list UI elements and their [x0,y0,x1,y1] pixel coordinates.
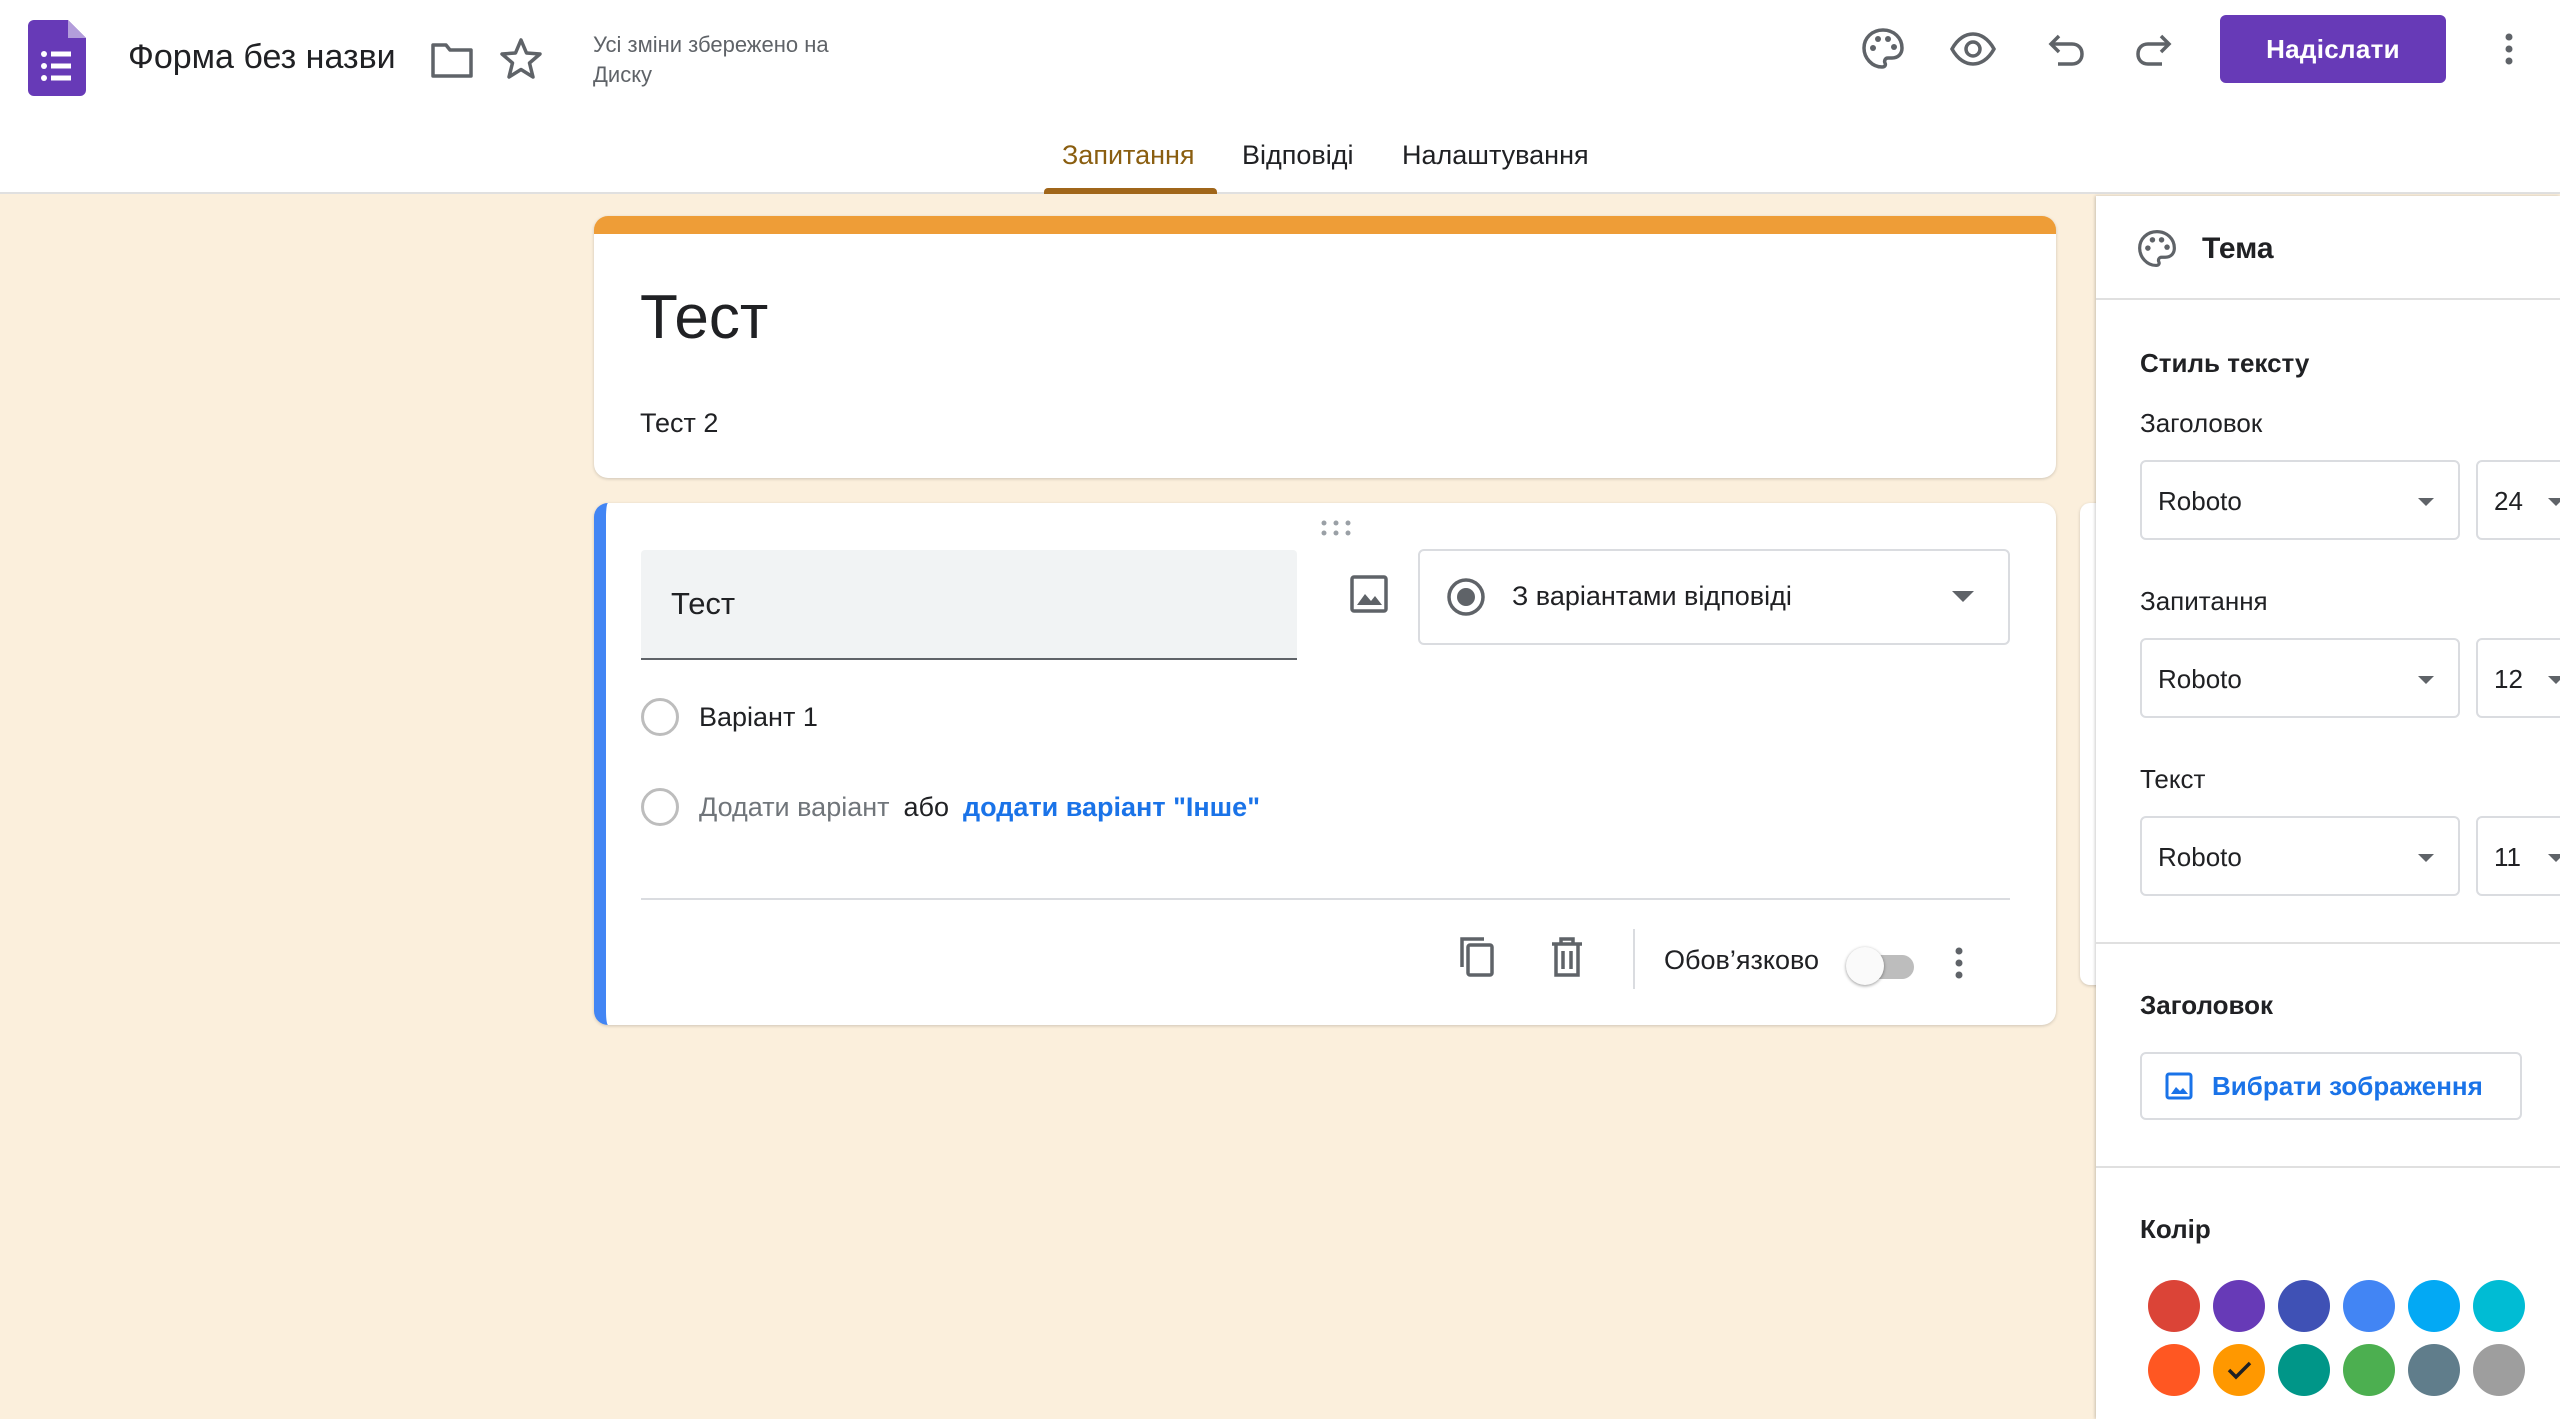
delete-icon[interactable] [1546,935,1588,979]
question-font-label: Запитання [2140,586,2268,616]
chevron-down-icon [2418,854,2434,862]
header-font-value: Roboto [2158,486,2242,516]
radio-unchecked-icon [641,698,679,736]
folder-icon[interactable] [430,40,474,80]
option-row: Варіант 1 [641,697,818,737]
tab-settings[interactable]: Налаштування [1384,140,1607,194]
question-type-label: З варіантами відповіді [1512,581,1792,611]
duplicate-icon[interactable] [1456,935,1498,979]
text-style-heading: Стиль тексту [2140,348,2310,378]
check-icon [2227,1361,2252,1380]
option-text[interactable]: Варіант 1 [699,702,818,733]
color-swatch-green[interactable] [2343,1344,2395,1396]
text-size-select[interactable]: 11 [2476,816,2560,896]
text-font-select[interactable]: Roboto [2140,816,2460,896]
question-title-input[interactable]: Тест [641,550,1297,660]
radio-button-checked-icon [1447,578,1485,616]
question-size-select[interactable]: 12 [2476,638,2560,718]
color-swatch-blue[interactable] [2343,1280,2395,1332]
header-size-value: 24 [2494,486,2523,516]
header-image-heading: Заголовок [2140,990,2274,1020]
question-font-value: Roboto [2158,664,2242,694]
footer-separator [1633,929,1635,989]
color-swatch-blue-grey[interactable] [2408,1344,2460,1396]
required-label: Обов’язково [1664,945,1820,975]
text-font-value: Roboto [2158,842,2242,872]
toggle-thumb [1846,947,1884,985]
drag-handle-icon[interactable] [1320,519,1352,537]
radio-unchecked-icon [641,788,679,826]
form-description[interactable]: Тест 2 [640,408,718,439]
theme-panel-title: Тема [2202,232,2274,265]
palette-icon [2138,230,2176,268]
question-type-select[interactable]: З варіантами відповіді [1418,549,2010,645]
star-icon[interactable] [498,36,544,82]
required-toggle[interactable] [1846,947,1914,985]
save-status: Усі зміни збережено на Диску [593,32,829,87]
preview-icon[interactable] [1950,26,1996,72]
add-image-icon[interactable] [1348,573,1390,615]
chevron-down-icon [2548,676,2560,684]
color-swatch-grey[interactable] [2473,1344,2525,1396]
theme-panel-header: Тема [2096,196,2560,300]
color-swatch-indigo[interactable] [2278,1280,2330,1332]
palette-icon[interactable] [1860,26,1906,72]
active-tab-indicator [1044,188,1217,194]
color-heading: Колір [2140,1214,2211,1244]
add-option-link[interactable]: Додати варіант [699,792,890,823]
question-title-text: Тест [671,586,736,621]
color-swatch-teal[interactable] [2278,1344,2330,1396]
color-swatch-purple[interactable] [2213,1280,2265,1332]
question-size-value: 12 [2494,664,2523,694]
or-text: або [903,791,950,822]
tab-responses[interactable]: Відповіді [1224,140,1372,194]
choose-image-button[interactable]: Вибрати зображення [2140,1052,2522,1120]
more-vert-icon[interactable] [2494,26,2524,72]
color-swatch-deep-orange[interactable] [2148,1344,2200,1396]
add-other-option-link[interactable]: додати варіант "Інше" [963,792,1260,823]
tab-bar: Запитання Відповіді Налаштування [0,130,2560,194]
add-option-row: Додати варіант або додати варіант "Інше" [641,787,1260,827]
color-swatch-red[interactable] [2148,1280,2200,1332]
chevron-down-icon [2548,498,2560,506]
panel-divider [2096,942,2560,944]
color-swatch-light-blue[interactable] [2408,1280,2460,1332]
theme-panel: Тема Стиль тексту Заголовок Roboto 24 За… [2096,196,2560,1419]
choose-image-label: Вибрати зображення [2212,1070,2483,1101]
redo-icon[interactable] [2132,26,2178,72]
app-header: Форма без назви Усі зміни збережено на Д… [0,0,2560,194]
undo-icon[interactable] [2042,26,2088,72]
image-icon [2165,1072,2193,1100]
form-title[interactable]: Тест [640,282,768,353]
form-title-card[interactable]: Тест Тест 2 [594,216,2056,478]
header-font-label: Заголовок [2140,408,2263,438]
tab-questions[interactable]: Запитання [1044,140,1213,194]
question-card[interactable]: Тест З варіантами відповіді Варіант 1 До… [594,503,2056,1025]
color-swatch-orange-selected[interactable] [2213,1344,2265,1396]
chevron-down-icon [2548,854,2560,862]
text-font-label: Текст [2140,764,2206,794]
text-size-value: 11 [2494,842,2521,872]
forms-logo-icon[interactable] [28,20,86,96]
chevron-down-icon [1952,591,1974,602]
question-font-select[interactable]: Roboto [2140,638,2460,718]
card-divider [641,898,2010,900]
question-more-icon[interactable] [1946,941,1972,985]
chevron-down-icon [2418,676,2434,684]
header-size-select[interactable]: 24 [2476,460,2560,540]
doc-title[interactable]: Форма без назви [128,38,396,77]
color-swatch-cyan[interactable] [2473,1280,2525,1332]
chevron-down-icon [2418,498,2434,506]
send-button[interactable]: Надіслати [2220,15,2446,83]
header-font-select[interactable]: Roboto [2140,460,2460,540]
panel-divider [2096,1166,2560,1168]
